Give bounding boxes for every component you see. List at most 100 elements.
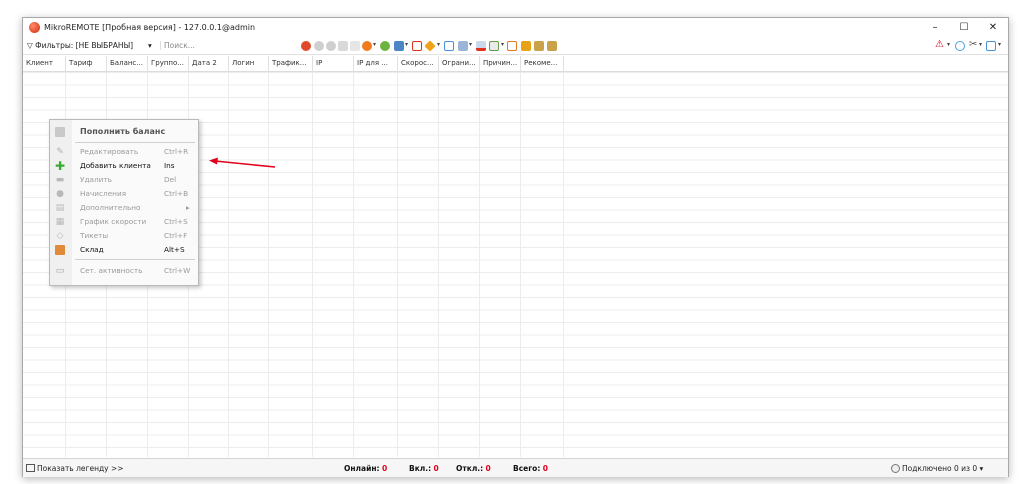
disabled-count: Откл.: 0 [456, 464, 491, 473]
menu-item-delete[interactable]: ▬ Удалить Del [50, 173, 198, 187]
column-header-traffic[interactable]: Трафик... [269, 56, 313, 72]
menu-item-charges[interactable]: ● Начисления Ctrl+B [50, 187, 198, 201]
menu-item-shortcut: Ctrl+F [164, 231, 188, 240]
menu-item-shortcut: Ctrl+W [164, 266, 191, 275]
column-header-login[interactable]: Логин [229, 56, 269, 72]
message-icon[interactable] [458, 41, 468, 51]
menu-item-label: Начисления [80, 189, 127, 198]
enabled-value: 0 [433, 464, 439, 473]
menu-item-top-up-balance[interactable]: Пополнить баланс [50, 124, 198, 140]
dropdown-icon[interactable]: ▾ [469, 41, 472, 48]
menu-item-shortcut: Del [164, 175, 177, 184]
home-icon[interactable] [521, 41, 531, 51]
filter-button[interactable]: ▽ Фильтры: [НЕ ВЫБРАНЫ] [27, 41, 133, 50]
column-divider [268, 72, 269, 457]
menu-item-label: Редактировать [80, 147, 139, 156]
menu-item-additional[interactable]: ▤ Дополнительно ▸ [50, 201, 198, 215]
alert-circle-icon[interactable] [362, 41, 372, 51]
dropdown-icon[interactable]: ▾ [501, 41, 504, 48]
box-icon [55, 245, 65, 255]
monitor-icon: ▭ [55, 266, 65, 276]
search-input[interactable]: Поиск... [160, 41, 270, 50]
inventory-icon[interactable] [534, 41, 544, 51]
disabled-label: Откл.: [456, 464, 484, 473]
column-divider [438, 72, 439, 457]
dropdown-icon[interactable]: ▾ [437, 41, 440, 48]
disconnect-icon[interactable] [326, 41, 336, 51]
wallet-icon [55, 127, 65, 137]
bank-icon[interactable] [547, 41, 557, 51]
total-count: Всего: 0 [513, 464, 548, 473]
legend-label: Показать легенду >> [37, 464, 124, 473]
help-icon[interactable] [955, 41, 965, 51]
menu-item-tickets[interactable]: ◇ Тикеты Ctrl+F [50, 229, 198, 243]
globe-icon[interactable] [380, 41, 390, 51]
menu-item-label: Добавить клиента [80, 161, 151, 170]
document-icon[interactable] [507, 41, 517, 51]
dropdown-icon[interactable]: ▾ [979, 41, 982, 48]
column-header-speed[interactable]: Скорос... [398, 56, 439, 72]
dropdown-icon[interactable]: ▾ [998, 41, 1001, 48]
column-header-group[interactable]: Группо... [148, 56, 189, 72]
menu-item-warehouse[interactable]: Склад Alt+S [50, 243, 198, 257]
column-header-tariff[interactable]: Тариф [66, 56, 107, 72]
ticket-icon: ◇ [56, 231, 64, 241]
server-icon[interactable] [394, 41, 404, 51]
column-header-reason[interactable]: Причин... [480, 56, 521, 72]
column-divider [228, 72, 229, 457]
column-header-date2[interactable]: Дата 2 [189, 56, 229, 72]
menu-item-shortcut: Alt+S [164, 245, 185, 254]
coin-icon: ● [56, 189, 64, 199]
connection-icon [891, 464, 900, 473]
connection-status[interactable]: Подключено 0 из 0 ▾ [891, 464, 983, 473]
online-value: 0 [381, 464, 388, 473]
connect-icon[interactable] [314, 41, 324, 51]
column-header-limit[interactable]: Ограни... [439, 56, 480, 72]
enabled-label: Вкл.: [409, 464, 432, 473]
menu-item-speed-chart[interactable]: ▦ График скорости Ctrl+S [50, 215, 198, 229]
disabled-value: 0 [485, 464, 491, 473]
total-value: 0 [542, 464, 548, 473]
column-header-balance[interactable]: Баланс... [107, 56, 148, 72]
window-title: MikroREMOTE [Пробная версия] - 127.0.0.1… [44, 23, 256, 32]
menu-item-add-client[interactable]: ✚ Добавить клиента Ins [50, 159, 198, 173]
menu-item-shortcut: Ctrl+S [164, 217, 188, 226]
column-header-ip-for[interactable]: IP для ... [354, 56, 398, 72]
network-icon[interactable] [476, 41, 486, 51]
menu-item-shortcut: Ctrl+B [164, 189, 189, 198]
column-header-client[interactable]: Клиент [23, 56, 66, 72]
dropdown-icon[interactable]: ▾ [373, 41, 376, 48]
grid-header: Клиент Тариф Баланс... Группо... Дата 2 … [23, 56, 1008, 72]
menu-item-label: Дополнительно [80, 203, 141, 212]
folder-icon: ▤ [55, 203, 65, 213]
show-legend-button[interactable]: Показать легенду >> [26, 464, 124, 473]
warning-icon[interactable]: ⚠ [935, 40, 945, 50]
pause-icon[interactable] [338, 41, 348, 51]
column-header-ip[interactable]: IP [313, 56, 354, 72]
signal-icon[interactable] [350, 41, 360, 51]
chart-icon[interactable] [489, 41, 499, 51]
filter-icon: ▽ [27, 41, 33, 50]
column-header-recommend[interactable]: Рекоме... [521, 56, 564, 72]
dropdown-icon[interactable]: ▾ [947, 41, 950, 48]
legend-icon [26, 464, 35, 472]
tag-icon[interactable] [424, 40, 436, 52]
page-icon[interactable] [986, 41, 996, 51]
window-icon[interactable] [412, 41, 422, 51]
maximize-button[interactable]: ☐ [949, 18, 979, 38]
submenu-arrow-icon: ▸ [186, 203, 190, 212]
menu-item-net-activity[interactable]: ▭ Сет. активность Ctrl+W [50, 264, 198, 278]
dropdown-icon[interactable]: ▾ [405, 41, 408, 48]
minimize-button[interactable]: – [920, 18, 950, 38]
refresh-icon[interactable] [301, 41, 311, 51]
mail-icon[interactable] [444, 41, 454, 51]
menu-item-label: Сет. активность [80, 266, 143, 275]
online-label: Онлайн: [344, 464, 380, 473]
settings-icon[interactable]: ✂ [969, 40, 979, 50]
menu-header-label: Пополнить баланс [80, 127, 166, 136]
filter-dropdown-icon[interactable]: ▾ [148, 41, 152, 50]
column-divider [479, 72, 480, 457]
close-button[interactable]: ✕ [978, 18, 1008, 38]
pencil-icon: ✎ [56, 147, 64, 157]
menu-item-edit[interactable]: ✎ Редактировать Ctrl+R [50, 145, 198, 159]
